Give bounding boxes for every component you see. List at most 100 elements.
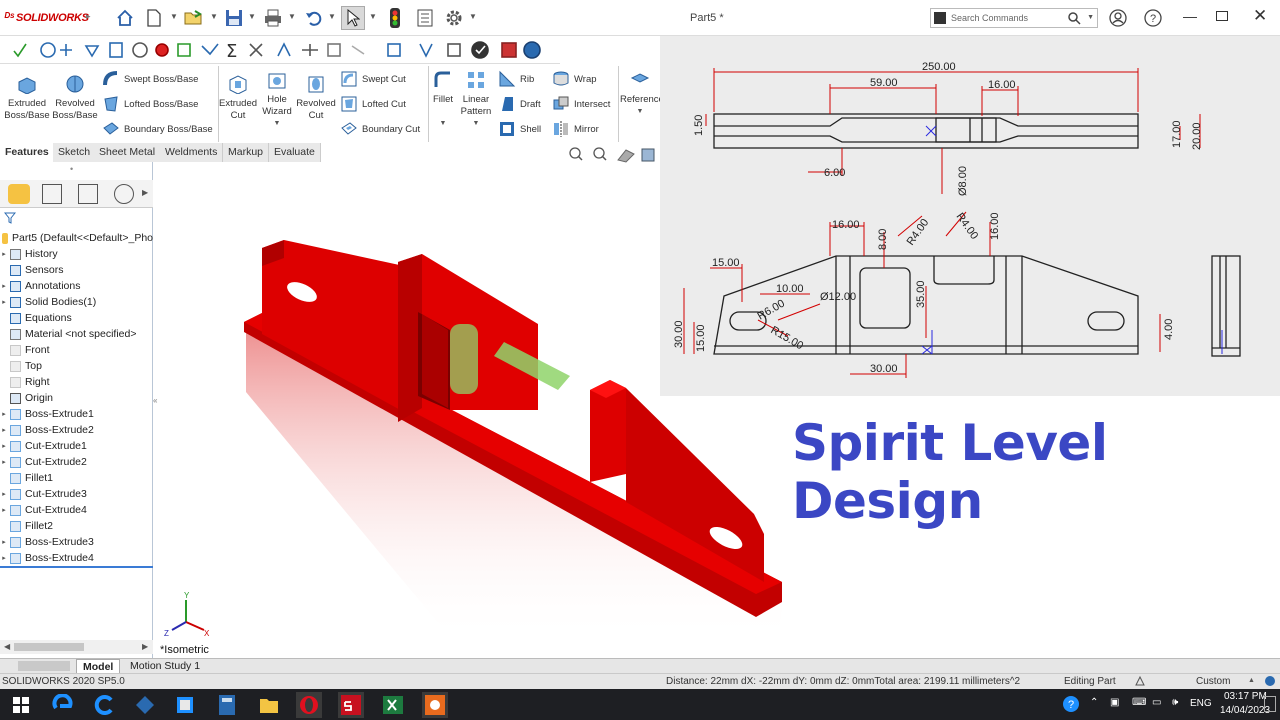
tab-model[interactable]: Model: [76, 659, 121, 674]
swept-cut-button[interactable]: Swept Cut: [340, 70, 406, 88]
fillet-dropdown-icon[interactable]: ▼: [430, 118, 456, 130]
language-indicator[interactable]: ENG: [1190, 698, 1212, 709]
zoom-to-fit-icon[interactable]: [569, 147, 583, 161]
tab-markup[interactable]: Markup: [223, 143, 270, 162]
reference-geometry-dropdown-icon[interactable]: ▼: [620, 106, 660, 118]
expand-arrow-icon[interactable]: ▸: [0, 426, 8, 434]
tree-item-equations[interactable]: Equations: [0, 310, 153, 326]
print-icon[interactable]: [261, 6, 285, 30]
menu-expand-icon[interactable]: ▸: [86, 11, 91, 22]
tree-item-boss-extrude2[interactable]: ▸ Boss-Extrude2: [0, 422, 153, 438]
swept-boss-button[interactable]: Swept Boss/Base: [102, 70, 198, 88]
calculator-icon[interactable]: [214, 692, 240, 718]
file-properties-icon[interactable]: [413, 6, 437, 30]
tree-item-boss-extrude3[interactable]: ▸ Boss-Extrude3: [0, 534, 153, 550]
app-orange-icon[interactable]: [422, 692, 448, 718]
revolved-boss-button[interactable]: Revolved Boss/Base: [52, 74, 98, 122]
select-pointer-icon[interactable]: [341, 6, 365, 30]
configuration-manager-tab-icon[interactable]: [78, 184, 98, 204]
search-commands-box[interactable]: Search Commands ▼: [930, 8, 1098, 28]
extruded-cut-button[interactable]: Extruded Cut: [218, 74, 258, 122]
new-document-icon[interactable]: [142, 6, 166, 30]
quick-tools-strip[interactable]: Σ: [6, 38, 558, 62]
windows-start-icon[interactable]: [8, 692, 34, 718]
scroll-left-icon[interactable]: ◀: [4, 642, 10, 651]
tree-item-cut-extrude2[interactable]: ▸ Cut-Extrude2: [0, 454, 153, 470]
tree-item-top[interactable]: Top: [0, 358, 153, 374]
options-gear-icon[interactable]: [442, 6, 466, 30]
cortana-c-icon[interactable]: [92, 692, 118, 718]
linear-pattern-dropdown-icon[interactable]: ▼: [458, 118, 494, 130]
tree-item-cut-extrude4[interactable]: ▸ Cut-Extrude4: [0, 502, 153, 518]
open-document-icon[interactable]: [182, 6, 206, 30]
tree-item-fillet1[interactable]: Fillet1: [0, 470, 153, 486]
revolved-cut-button[interactable]: Revolved Cut: [296, 74, 336, 122]
property-manager-tab-icon[interactable]: [42, 184, 62, 204]
lofted-cut-button[interactable]: Lofted Cut: [340, 95, 406, 113]
tree-item-boss-extrude1[interactable]: ▸ Boss-Extrude1: [0, 406, 153, 422]
tab-motion-study[interactable]: Motion Study 1: [124, 659, 206, 674]
close-icon[interactable]: ✕: [1253, 6, 1267, 26]
tab-sheet-metal[interactable]: Sheet Metal: [94, 143, 162, 162]
tree-item-boss-extrude4[interactable]: ▸ Boss-Extrude4: [0, 550, 153, 566]
filter-icon[interactable]: [3, 212, 17, 227]
tree-item-cut-extrude3[interactable]: ▸ Cut-Extrude3: [0, 486, 153, 502]
horizontal-scrollbar[interactable]: ◀ ▶: [0, 640, 153, 654]
undo-icon[interactable]: [302, 6, 326, 30]
extruded-boss-button[interactable]: Extruded Boss/Base: [4, 74, 50, 122]
rib-button[interactable]: Rib: [498, 70, 534, 88]
boundary-boss-button[interactable]: Boundary Boss/Base: [102, 120, 213, 138]
notifications-icon[interactable]: [1264, 696, 1276, 712]
rollback-bar[interactable]: [0, 566, 153, 568]
units-selector[interactable]: Custom: [1196, 676, 1230, 687]
expand-arrow-icon[interactable]: ▸: [0, 250, 8, 258]
volume-icon[interactable]: 🕪: [1172, 697, 1178, 708]
tab-features[interactable]: Features: [0, 143, 55, 162]
expand-arrow-icon[interactable]: ▸: [0, 490, 8, 498]
help-tray-icon[interactable]: ?: [1062, 695, 1080, 716]
options-dropdown-icon[interactable]: ▼: [469, 12, 479, 21]
tray-app-icon[interactable]: ▣: [1110, 697, 1119, 708]
tree-item-fillet2[interactable]: Fillet2: [0, 518, 153, 534]
excel-icon[interactable]: [380, 692, 406, 718]
mirror-button[interactable]: Mirror: [552, 120, 599, 138]
undo-dropdown-icon[interactable]: ▼: [328, 12, 338, 21]
previous-view-icon[interactable]: [617, 149, 635, 163]
select-dropdown-icon[interactable]: ▼: [369, 12, 379, 21]
solidworks-taskbar-icon[interactable]: [338, 692, 364, 718]
tabbar-scroll-right-icon[interactable]: ▶: [142, 188, 148, 197]
solidworks-logo[interactable]: ᴰˢ SOLIDWORKS: [4, 10, 89, 24]
home-icon[interactable]: [113, 6, 137, 30]
search-icon[interactable]: [1067, 11, 1081, 28]
tab-sketch[interactable]: Sketch: [53, 143, 97, 162]
panel-grip[interactable]: •: [70, 164, 73, 174]
rebuild-status-icon[interactable]: [1134, 675, 1146, 690]
expand-arrow-icon[interactable]: ▸: [0, 442, 8, 450]
network-icon[interactable]: ⌨: [1132, 697, 1146, 708]
help-icon[interactable]: ?: [1144, 9, 1162, 30]
feature-tree-tab-icon[interactable]: [8, 184, 30, 204]
tray-expand-icon[interactable]: ⌃: [1090, 697, 1098, 708]
tree-item-front[interactable]: Front: [0, 342, 153, 358]
lofted-boss-button[interactable]: Lofted Boss/Base: [102, 95, 198, 113]
search-dropdown-icon[interactable]: ▼: [1087, 14, 1094, 21]
linear-pattern-button[interactable]: Linear Pattern ▼: [458, 70, 494, 130]
store-app-icon[interactable]: [172, 692, 198, 718]
clock-time[interactable]: 03:17 PM: [1224, 691, 1267, 702]
hole-wizard-button[interactable]: Hole Wizard ▼: [258, 70, 296, 130]
app-diamond-icon[interactable]: [132, 692, 158, 718]
tree-item-sensors[interactable]: Sensors: [0, 262, 153, 278]
units-dropdown-icon[interactable]: ▲: [1248, 677, 1255, 684]
tree-item-history[interactable]: ▸ History: [0, 246, 153, 262]
minimize-icon[interactable]: —: [1183, 8, 1197, 24]
draft-button[interactable]: Draft: [498, 95, 541, 113]
expand-arrow-icon[interactable]: ▸: [0, 410, 8, 418]
expand-arrow-icon[interactable]: ▸: [0, 458, 8, 466]
tree-item-annotations[interactable]: ▸ Annotations: [0, 278, 153, 294]
hole-wizard-dropdown-icon[interactable]: ▼: [258, 118, 296, 130]
edge-browser-icon[interactable]: [50, 692, 76, 718]
scroll-right-icon[interactable]: ▶: [142, 642, 148, 651]
tree-item-origin[interactable]: Origin: [0, 390, 153, 406]
tree-item-right[interactable]: Right: [0, 374, 153, 390]
help-status-icon[interactable]: [1264, 675, 1276, 690]
